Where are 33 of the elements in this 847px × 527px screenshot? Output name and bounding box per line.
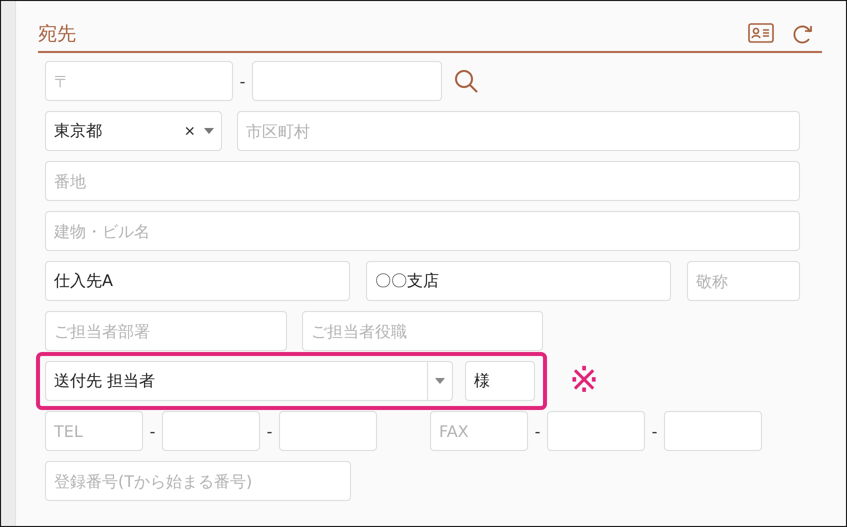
input-field[interactable]: 建物・ビル名 — [45, 211, 800, 251]
prefecture-dropdown[interactable]: 東京都 × — [45, 111, 222, 151]
dash: - — [650, 422, 658, 440]
dash: - — [238, 72, 246, 90]
input-field[interactable] — [162, 411, 260, 451]
input-field[interactable]: ご担当者部署 — [45, 311, 287, 351]
input-field[interactable] — [664, 411, 762, 451]
clear-button[interactable]: × — [182, 120, 197, 142]
note-mark: ※ — [569, 363, 600, 399]
input-field[interactable]: 登録番号(Tから始まる番号) — [45, 461, 351, 501]
dash: - — [534, 422, 542, 440]
input-field[interactable]: 番地 — [45, 161, 800, 201]
input-field[interactable]: 〇〇支店 — [366, 261, 671, 301]
input-field[interactable]: 敬称 — [687, 261, 800, 301]
section-title: 宛先 — [38, 22, 77, 47]
contact-dropdown[interactable]: 送付先 担当者 — [45, 361, 453, 401]
input-field[interactable]: FAX — [430, 411, 528, 451]
dash: - — [266, 422, 274, 440]
dash: - — [148, 422, 156, 440]
refresh-icon[interactable] — [792, 23, 814, 45]
input-field[interactable] — [279, 411, 377, 451]
search-icon[interactable] — [454, 69, 478, 93]
input-field[interactable] — [252, 61, 442, 101]
input-field[interactable]: 様 — [465, 361, 535, 401]
input-field[interactable]: ご担当者役職 — [302, 311, 543, 351]
input-field[interactable]: TEL — [45, 411, 143, 451]
input-field[interactable] — [547, 411, 645, 451]
input-field[interactable]: 市区町村 — [237, 111, 800, 151]
input-field[interactable]: 仕入先A — [45, 261, 350, 301]
caret-icon — [204, 128, 214, 134]
caret-icon — [435, 378, 445, 384]
contact-card-icon[interactable] — [748, 23, 774, 43]
input-field[interactable]: 〒 — [45, 61, 233, 101]
